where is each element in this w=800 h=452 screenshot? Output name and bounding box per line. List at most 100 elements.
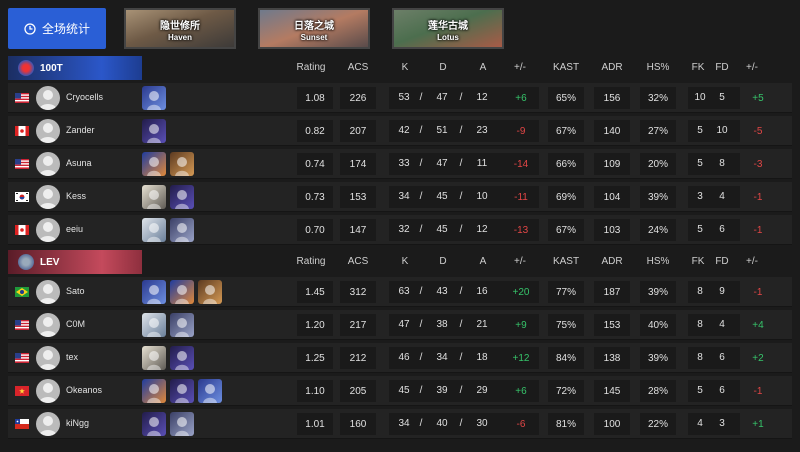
plus-minus-value: -14: [504, 153, 538, 175]
hs-percent-value: 27%: [640, 120, 676, 142]
first-deaths-value: 4: [719, 319, 725, 330]
player-avatar: [36, 86, 60, 110]
column-header-pm[interactable]: +/-: [506, 62, 534, 73]
column-header-a[interactable]: A: [473, 62, 493, 73]
agent-phoenix-icon: [142, 152, 166, 176]
player-name[interactable]: C0M: [66, 319, 85, 329]
column-header-kast[interactable]: KAST: [548, 62, 584, 73]
column-header-acs[interactable]: ACS: [340, 62, 376, 73]
fk-plus-minus-value: +2: [752, 352, 764, 364]
rating-value: 1.01: [297, 413, 333, 435]
column-header-adr[interactable]: ADR: [594, 62, 630, 73]
deaths-value: 47: [436, 92, 448, 103]
agent-sage-icon: [142, 313, 166, 337]
column-header-hs[interactable]: HS%: [640, 256, 676, 267]
player-avatar: [36, 218, 60, 242]
player-row[interactable]: Kess 0.73 153 34/45/10 -11 69% 104 39% 3 4 -1: [8, 182, 792, 212]
column-header-kast[interactable]: KAST: [548, 256, 584, 267]
map-name-en: Sunset: [300, 33, 328, 42]
kast-value: 66%: [548, 153, 584, 175]
player-name[interactable]: eeiu: [66, 224, 83, 234]
column-header-adr[interactable]: ADR: [594, 256, 630, 267]
flag-icon-us: [15, 320, 29, 330]
column-header-k[interactable]: K: [395, 62, 415, 73]
player-name[interactable]: kiNgg: [66, 418, 89, 428]
map-tab-sunset[interactable]: 日落之城 Sunset: [258, 8, 370, 49]
player-name[interactable]: Okeanos: [66, 385, 102, 395]
kda-separator: /: [459, 352, 463, 363]
plus-minus-value: -11: [504, 186, 538, 208]
player-row[interactable]: Zander 0.82 207 42 / 51 / 23 -9 67% 140 27% 5 10 -5: [8, 116, 792, 146]
player-name[interactable]: Sato: [66, 286, 85, 296]
column-header-fd[interactable]: FD: [712, 62, 732, 73]
column-header-fk[interactable]: FK: [688, 62, 708, 73]
player-row[interactable]: Cryocells 1.08 226 53 / 47 / 12 +6 65% 156 32% 10 5 +5: [8, 83, 792, 113]
fk-plus-minus-value: -1: [753, 224, 763, 236]
kda-separator: /: [419, 352, 423, 363]
column-header-k[interactable]: K: [395, 256, 415, 267]
deaths-value: 45: [436, 191, 448, 202]
kast-value: 75%: [548, 314, 584, 336]
kast-value: 65%: [548, 87, 584, 109]
kda-separator: /: [419, 191, 423, 202]
player-row[interactable]: tex 1.25 212 46 / 34 / 18 +12 84% 138 39% 8 6 +2: [8, 343, 792, 373]
rating-value: 0.82: [297, 120, 333, 142]
column-header-fk[interactable]: FK: [688, 256, 708, 267]
team-header: 100T Rating ACS K D A +/- KAST ADR HS% FK FD +/-: [0, 56, 800, 80]
overall-stats-button[interactable]: 全场统计: [8, 8, 106, 49]
agent-cypher-icon: [142, 346, 166, 370]
column-header-a[interactable]: A: [473, 256, 493, 267]
team-banner[interactable]: LEV: [8, 250, 142, 274]
column-header-fd[interactable]: FD: [712, 256, 732, 267]
rating-value: 1.20: [297, 314, 333, 336]
hs-percent-value: 40%: [640, 314, 676, 336]
flag-icon-ca: [15, 225, 29, 235]
flag-icon-us: [15, 353, 29, 363]
map-tab-lotus[interactable]: 莲华古城 Lotus: [392, 8, 504, 49]
kda-separator: /: [419, 92, 423, 103]
player-name[interactable]: Zander: [66, 125, 95, 135]
first-deaths-value: 6: [719, 352, 725, 363]
player-row[interactable]: Asuna 0.74 174 33 / 47 / 11 -14 66% 109 20% 5 8 -3: [8, 149, 792, 179]
player-name[interactable]: Cryocells: [66, 92, 103, 102]
kda-separator: /: [459, 158, 463, 169]
column-header-d[interactable]: D: [433, 62, 453, 73]
first-deaths-value: 10: [716, 125, 728, 136]
column-header-rating[interactable]: Rating: [293, 62, 329, 73]
player-name[interactable]: Kess: [66, 191, 86, 201]
first-deaths-value: 3: [719, 418, 725, 429]
player-row[interactable]: eeiu 0.70 147 32 / 45 / 12 -13 67% 103 24% 5 6 -1: [8, 215, 792, 245]
player-name[interactable]: tex: [66, 352, 78, 362]
assists-value: 12: [476, 92, 488, 103]
kda-separator: /: [419, 418, 423, 429]
first-deaths-value: 5: [719, 92, 725, 103]
player-row[interactable]: C0M 1.20 217 47 / 38 / 21 +9 75% 153 40% 8 4 +4: [8, 310, 792, 340]
flag-icon-kr: [15, 192, 29, 202]
player-row[interactable]: Sato 1.45 312 63 / 43 / 16 +20 77% 187 39% 8 9 -1: [8, 277, 792, 307]
column-header-rating[interactable]: Rating: [293, 256, 329, 267]
hs-percent-value: 20%: [640, 153, 676, 175]
player-row[interactable]: Okeanos 1.10 205 45 / 39 / 29 +6 72% 145 28% 5 6 -1: [8, 376, 792, 406]
player-name[interactable]: Asuna: [66, 158, 92, 168]
first-kills-value: 10: [694, 92, 706, 103]
column-header-hs[interactable]: HS%: [640, 62, 676, 73]
hs-percent-value: 32%: [640, 87, 676, 109]
column-header-d[interactable]: D: [433, 256, 453, 267]
agent-kayo-icon: [170, 218, 194, 242]
adr-value: 138: [594, 347, 630, 369]
kills-value: 42: [398, 125, 410, 136]
first-deaths-value: 9: [719, 286, 725, 297]
column-header-fkpm[interactable]: +/-: [740, 62, 764, 73]
map-tab-haven[interactable]: 隐世修所 Haven: [124, 8, 236, 49]
deaths-value: 39: [436, 385, 448, 396]
column-header-pm[interactable]: +/-: [506, 256, 534, 267]
first-kills-value: 8: [697, 286, 703, 297]
team-banner[interactable]: 100T: [8, 56, 142, 80]
kills-value: 33: [398, 158, 410, 169]
column-header-acs[interactable]: ACS: [340, 256, 376, 267]
player-row[interactable]: kiNgg 1.01 160 34 / 40 / 30 -6 81% 100 22% 4 3 +1: [8, 409, 792, 439]
agent-omen-icon: [170, 185, 194, 209]
column-header-fkpm[interactable]: +/-: [740, 256, 764, 267]
kda-separator: /: [419, 125, 423, 136]
first-deaths-value: 6: [719, 385, 725, 396]
